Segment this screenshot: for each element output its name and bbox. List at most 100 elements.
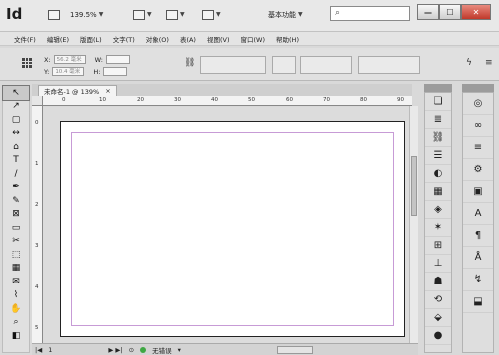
pen-tool[interactable]: ✒ bbox=[3, 181, 29, 195]
character-panel-button[interactable]: ⚙ bbox=[463, 159, 493, 181]
free-transform-tool[interactable]: ⬚ bbox=[3, 248, 29, 262]
ruler-origin[interactable] bbox=[32, 96, 43, 106]
scissors-tool[interactable]: ✂ bbox=[3, 235, 29, 249]
links-panel-button[interactable]: ⛓ bbox=[425, 129, 451, 147]
direct-selection-tool[interactable]: ↗ bbox=[3, 100, 29, 114]
layers-panel-button[interactable]: ≣ bbox=[425, 111, 451, 129]
vertical-ruler[interactable]: 0 1 2 3 4 5 bbox=[32, 106, 43, 343]
rectangle-tool[interactable]: ▭ bbox=[3, 221, 29, 235]
next-page-icon[interactable]: ▶ ▶| bbox=[108, 346, 122, 354]
zoom-dropdown[interactable]: 139.5% ▼ bbox=[70, 8, 103, 21]
menu-window[interactable]: 窗口(W) bbox=[241, 34, 266, 44]
fill-stroke-swatch[interactable]: ◧ bbox=[3, 329, 29, 343]
menu-object[interactable]: 对象(O) bbox=[146, 34, 169, 44]
document-page[interactable] bbox=[60, 121, 405, 337]
menu-layout[interactable]: 版面(L) bbox=[80, 34, 102, 44]
page-tool[interactable]: ▢ bbox=[3, 113, 29, 127]
glyphs-panel-button[interactable]: Å bbox=[463, 247, 493, 269]
horizontal-scrollbar[interactable] bbox=[276, 345, 313, 354]
selection-tool-icon: ↖ bbox=[12, 87, 20, 98]
h-field[interactable] bbox=[103, 67, 128, 76]
horizontal-ruler[interactable]: 0 10 20 30 40 50 60 70 80 90 bbox=[43, 96, 412, 106]
paragraph-panel-button[interactable]: ◎ bbox=[463, 93, 493, 115]
transform-panel-button[interactable]: ⬙ bbox=[425, 309, 451, 327]
line-tool[interactable]: / bbox=[3, 167, 29, 181]
content-collector-tool[interactable]: ⌂ bbox=[3, 140, 29, 154]
search-input[interactable]: ⌕ bbox=[330, 6, 410, 21]
panel-header[interactable] bbox=[424, 84, 452, 92]
cell-styles-panel-button[interactable]: ⬓ bbox=[463, 291, 493, 313]
swatches-panel-button[interactable]: ▦ bbox=[425, 183, 451, 201]
info-panel-button[interactable]: ● bbox=[425, 327, 451, 345]
hyperlinks-panel-button[interactable]: ∞ bbox=[463, 115, 493, 137]
document-tab-bar: 未命名-1 @ 139% × bbox=[32, 84, 412, 96]
page-number-field[interactable]: 1 bbox=[48, 346, 52, 354]
panel-menu-icon[interactable]: ≡ bbox=[485, 58, 493, 68]
rotate-shear-fields[interactable] bbox=[272, 56, 296, 74]
ruler-mark: 40 bbox=[211, 97, 218, 103]
reference-point-icon[interactable] bbox=[22, 58, 32, 68]
select-container-controls[interactable] bbox=[358, 56, 420, 74]
workspace-switcher[interactable]: 基本功能 ▼ bbox=[268, 8, 303, 21]
flip-controls[interactable] bbox=[300, 56, 352, 74]
content-collector-icon: ⌂ bbox=[13, 141, 19, 152]
align-panel-button[interactable]: ⊥ bbox=[425, 255, 451, 273]
gradient-tool[interactable]: ▦ bbox=[3, 262, 29, 276]
menu-help[interactable]: 帮助(H) bbox=[276, 34, 299, 44]
table-styles-panel-button[interactable]: ▣ bbox=[463, 181, 493, 203]
menu-view[interactable]: 视图(V) bbox=[207, 34, 230, 44]
text-wrap-panel-button[interactable]: ⊞ bbox=[425, 237, 451, 255]
close-icon[interactable]: × bbox=[105, 87, 110, 95]
x-field[interactable]: 56.2 毫米 bbox=[53, 55, 86, 64]
first-page-icon[interactable]: |◀ bbox=[35, 346, 42, 354]
character-styles-panel-button[interactable]: A bbox=[463, 203, 493, 225]
menu-table[interactable]: 表(A) bbox=[180, 34, 196, 44]
lightning-icon[interactable]: ϟ bbox=[466, 58, 472, 68]
object-styles-panel-button[interactable]: ☗ bbox=[425, 273, 451, 291]
scroll-thumb[interactable] bbox=[411, 156, 417, 216]
tables-panel-button[interactable]: ≡ bbox=[463, 137, 493, 159]
page-tool-icon: ▢ bbox=[11, 114, 21, 125]
arrange-documents-dropdown[interactable]: ▼ bbox=[202, 8, 221, 21]
selection-tool[interactable]: ↖ bbox=[2, 85, 30, 101]
cc-libraries-panel-button[interactable]: ⟲ bbox=[425, 291, 451, 309]
w-field[interactable] bbox=[105, 55, 130, 64]
rectangle-frame-tool[interactable]: ⊠ bbox=[3, 208, 29, 222]
pages-panel-button[interactable]: ❏ bbox=[425, 93, 451, 111]
story-panel-button[interactable]: ↯ bbox=[463, 269, 493, 291]
pasteboard[interactable] bbox=[43, 107, 409, 343]
preflight-menu-icon[interactable]: ▾ bbox=[178, 346, 181, 354]
scale-fields[interactable] bbox=[200, 56, 266, 74]
gradient-panel-button[interactable]: ◈ bbox=[425, 201, 451, 219]
bridge-button[interactable] bbox=[48, 8, 60, 21]
document-tab[interactable]: 未命名-1 @ 139% × bbox=[38, 85, 117, 96]
stroke-panel-button[interactable]: ☰ bbox=[425, 147, 451, 165]
close-button[interactable]: ✕ bbox=[461, 4, 491, 20]
pencil-tool[interactable]: ✎ bbox=[3, 194, 29, 208]
panel-header[interactable] bbox=[462, 84, 494, 92]
eyedropper-tool-icon: ⌇ bbox=[13, 290, 19, 301]
constrain-proportions-icon[interactable]: ⛓ bbox=[184, 58, 195, 68]
vertical-scrollbar[interactable] bbox=[409, 106, 418, 343]
menu-edit[interactable]: 编辑(E) bbox=[47, 34, 69, 44]
restore-button[interactable]: ☐ bbox=[439, 4, 461, 20]
type-tool[interactable]: T bbox=[3, 154, 29, 168]
screen-mode-dropdown[interactable]: ▼ bbox=[166, 8, 185, 21]
note-tool[interactable]: ✉ bbox=[3, 275, 29, 289]
hand-tool[interactable]: ✋ bbox=[3, 302, 29, 316]
zoom-tool[interactable]: ⌕ bbox=[3, 316, 29, 330]
minimize-button[interactable]: — bbox=[417, 4, 439, 20]
gap-tool[interactable]: ↔ bbox=[3, 127, 29, 141]
effects-panel-button[interactable]: ✶ bbox=[425, 219, 451, 237]
ruler-mark: 10 bbox=[99, 97, 106, 103]
app-bar: Id 139.5% ▼ ▼ ▼ ▼ 基本功能 ▼ ⌕ — ☐ ✕ bbox=[0, 0, 499, 32]
panel-dock-right: ◎ ∞ ≡ ⚙ ▣ A ¶ Å ↯ ⬓ bbox=[462, 92, 494, 353]
paragraph-styles-panel-button[interactable]: ¶ bbox=[463, 225, 493, 247]
view-options-dropdown[interactable]: ▼ bbox=[133, 8, 152, 21]
eyedropper-tool[interactable]: ⌇ bbox=[3, 289, 29, 303]
y-field[interactable]: 10.4 毫米 bbox=[52, 67, 85, 76]
color-panel-button[interactable]: ◐ bbox=[425, 165, 451, 183]
menu-type[interactable]: 文字(T) bbox=[113, 34, 135, 44]
menu-file[interactable]: 文件(F) bbox=[14, 34, 36, 44]
open-page-icon[interactable]: ⊙ bbox=[129, 346, 134, 354]
